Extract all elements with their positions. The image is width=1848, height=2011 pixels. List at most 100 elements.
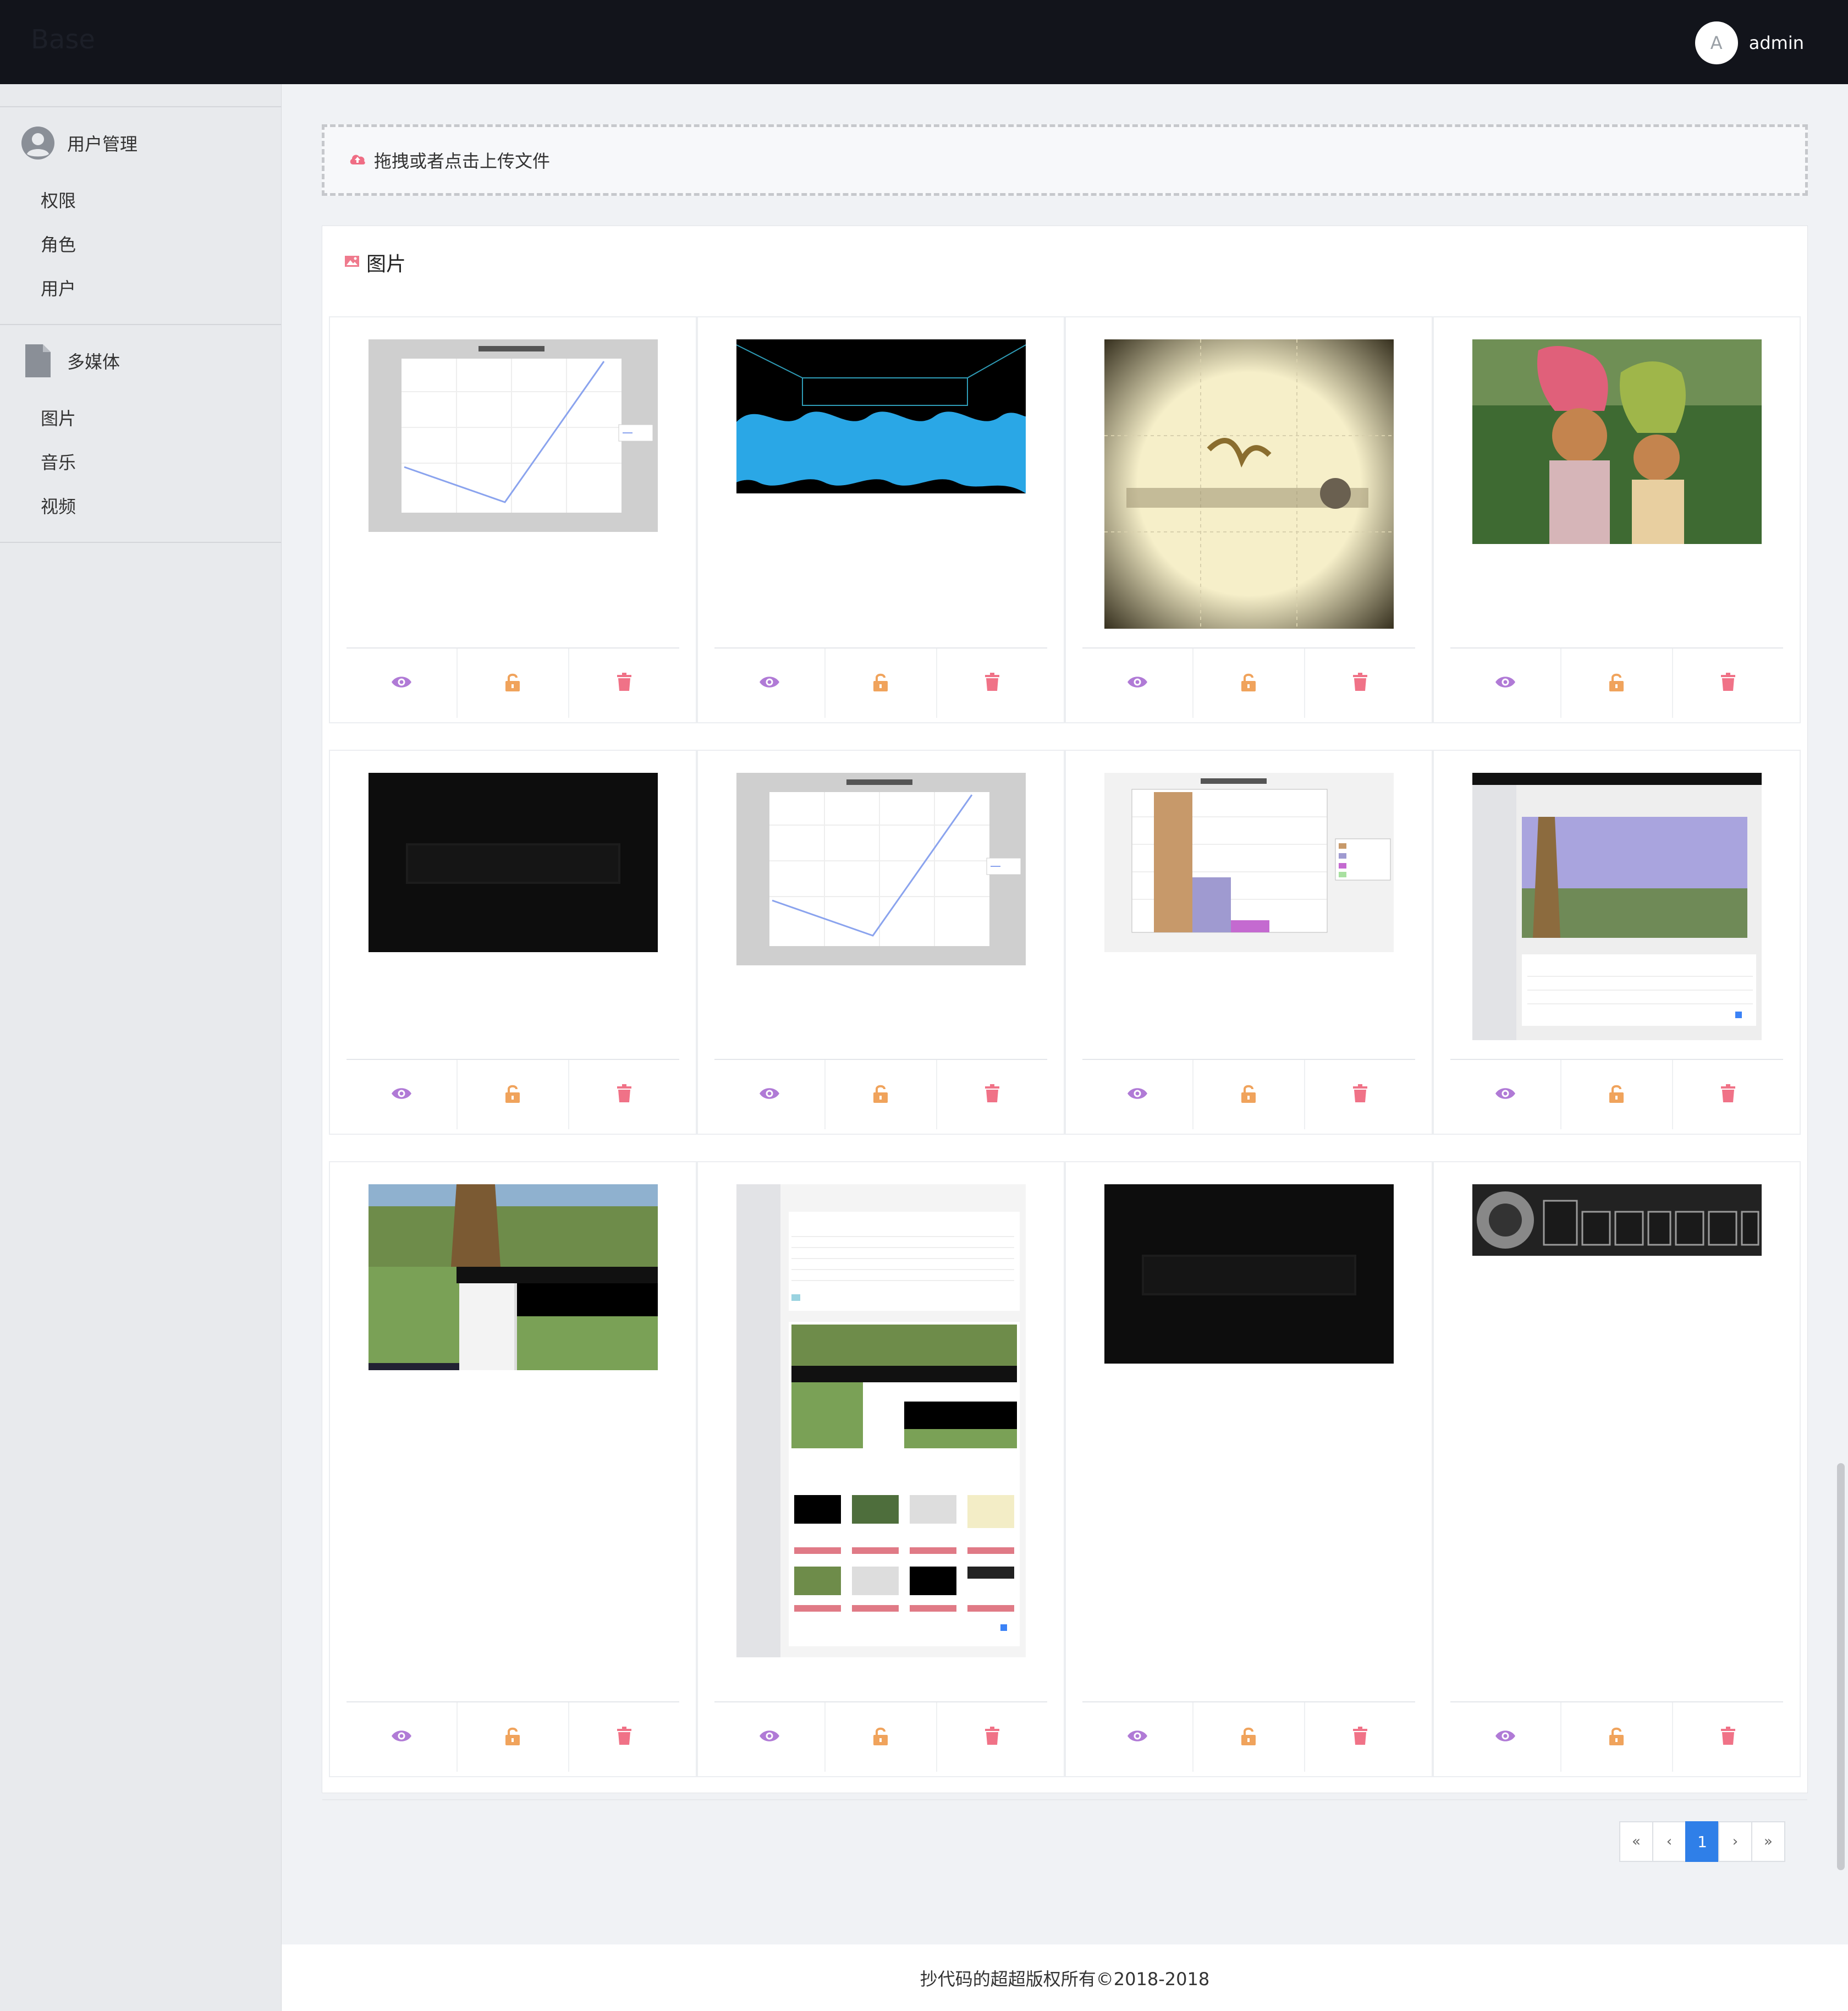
view-button[interactable]: [1450, 649, 1560, 718]
footer: 抄代码的超超版权所有©2018-2018: [282, 1944, 1848, 2011]
unlock-icon: [872, 672, 889, 694]
image-thumbnail[interactable]: [736, 339, 1026, 493]
image-thumbnail[interactable]: [369, 1184, 658, 1370]
file-icon: [20, 343, 56, 379]
view-button[interactable]: [714, 1702, 824, 1772]
sidebar-item-images[interactable]: 图片: [0, 397, 281, 441]
delete-button[interactable]: [568, 649, 679, 718]
delete-button[interactable]: [1671, 1702, 1783, 1772]
lock-button[interactable]: [457, 649, 568, 718]
lock-button[interactable]: [457, 1060, 568, 1129]
sidebar-group-label: 用户管理: [67, 134, 138, 155]
image-thumbnail[interactable]: [1472, 1184, 1762, 1256]
image-thumbnail[interactable]: [1104, 773, 1394, 952]
delete-button[interactable]: [1304, 1060, 1415, 1129]
lock-button[interactable]: [457, 1702, 568, 1772]
trash-icon: [1352, 1084, 1368, 1105]
image-thumbnail[interactable]: [1104, 1184, 1394, 1364]
image-card: [697, 750, 1065, 1135]
pagination-first[interactable]: «: [1619, 1821, 1653, 1862]
delete-button[interactable]: [1671, 1060, 1783, 1129]
sidebar-item-music[interactable]: 音乐: [0, 441, 281, 485]
image-card: [329, 316, 697, 723]
delete-button[interactable]: [1671, 649, 1783, 718]
sidebar: 用户管理 权限 角色 用户 多媒体 图片 音乐 视频: [0, 84, 282, 2011]
image-thumbnail[interactable]: [1104, 339, 1394, 629]
lock-button[interactable]: [824, 1060, 936, 1129]
eye-icon: [1126, 1729, 1148, 1745]
view-button[interactable]: [714, 649, 824, 718]
lock-button[interactable]: [824, 1702, 936, 1772]
delete-button[interactable]: [568, 1702, 679, 1772]
unlock-icon: [872, 1726, 889, 1748]
image-card: [1433, 1161, 1801, 1777]
delete-button[interactable]: [936, 1702, 1047, 1772]
view-button[interactable]: [346, 1060, 457, 1129]
pagination-next[interactable]: ›: [1718, 1821, 1752, 1862]
scrollbar[interactable]: [1837, 1463, 1845, 1870]
unlock-icon: [1608, 1726, 1625, 1748]
image-card: [697, 1161, 1065, 1777]
lock-button[interactable]: [1560, 649, 1671, 718]
brand-logo[interactable]: Base: [31, 24, 95, 55]
image-card: [1065, 750, 1433, 1135]
lock-button[interactable]: [1560, 1060, 1671, 1129]
delete-button[interactable]: [568, 1060, 679, 1129]
image-card: [329, 1161, 697, 1777]
sidebar-divider: [0, 542, 281, 543]
sidebar-item-roles[interactable]: 角色: [0, 223, 281, 267]
sidebar-group-header[interactable]: 用户管理: [0, 107, 281, 179]
top-navbar: Base A admin: [0, 0, 1848, 84]
sidebar-group-header[interactable]: 多媒体: [0, 325, 281, 397]
trash-icon: [1720, 673, 1736, 694]
sidebar-item-permissions[interactable]: 权限: [0, 179, 281, 223]
eye-icon: [1126, 1086, 1148, 1103]
avatar[interactable]: A: [1695, 21, 1738, 64]
view-button[interactable]: [1082, 1702, 1192, 1772]
eye-icon: [758, 1729, 780, 1745]
lock-button[interactable]: [1192, 649, 1304, 718]
view-button[interactable]: [346, 649, 457, 718]
trash-icon: [617, 1084, 632, 1105]
image-thumbnail[interactable]: [736, 1184, 1026, 1657]
unlock-icon: [872, 1084, 889, 1106]
image-icon: [344, 255, 360, 270]
lock-button[interactable]: [1192, 1702, 1304, 1772]
user-menu[interactable]: A admin: [1695, 21, 1804, 64]
image-thumbnail[interactable]: [1472, 773, 1762, 1040]
view-button[interactable]: [1450, 1702, 1560, 1772]
sidebar-group-label: 多媒体: [67, 351, 120, 372]
trash-icon: [985, 673, 1000, 694]
lock-button[interactable]: [824, 649, 936, 718]
pagination-last[interactable]: »: [1751, 1821, 1785, 1862]
view-button[interactable]: [346, 1702, 457, 1772]
lock-button[interactable]: [1560, 1702, 1671, 1772]
eye-icon: [1126, 675, 1148, 691]
pagination-page-current[interactable]: 1: [1685, 1821, 1719, 1862]
view-button[interactable]: [714, 1060, 824, 1129]
delete-button[interactable]: [936, 1060, 1047, 1129]
delete-button[interactable]: [1304, 1702, 1415, 1772]
sidebar-item-users[interactable]: 用户: [0, 267, 281, 311]
eye-icon: [1494, 1086, 1516, 1103]
sidebar-item-videos[interactable]: 视频: [0, 485, 281, 529]
pagination-prev[interactable]: ‹: [1652, 1821, 1686, 1862]
eye-icon: [1494, 675, 1516, 691]
trash-icon: [617, 673, 632, 694]
view-button[interactable]: [1082, 649, 1192, 718]
delete-button[interactable]: [936, 649, 1047, 718]
footer-copyright: 抄代码的超超版权所有©2018-2018: [920, 1968, 1210, 1990]
image-thumbnail[interactable]: [369, 773, 658, 952]
delete-button[interactable]: [1304, 649, 1415, 718]
view-button[interactable]: [1082, 1060, 1192, 1129]
image-thumbnail[interactable]: [369, 339, 658, 532]
trash-icon: [1720, 1727, 1736, 1748]
eye-icon: [1494, 1729, 1516, 1745]
username[interactable]: admin: [1749, 32, 1804, 53]
upload-dropzone[interactable]: 拖拽或者点击上传文件: [322, 124, 1808, 196]
lock-button[interactable]: [1192, 1060, 1304, 1129]
image-thumbnail[interactable]: [736, 773, 1026, 965]
image-thumbnail[interactable]: [1472, 339, 1762, 544]
view-button[interactable]: [1450, 1060, 1560, 1129]
panel-title-text: 图片: [366, 253, 406, 276]
